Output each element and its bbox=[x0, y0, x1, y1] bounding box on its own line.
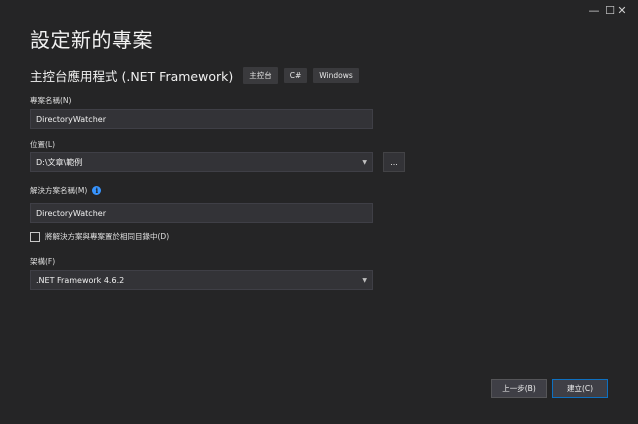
same-directory-option[interactable]: 將解決方案與專案置於相同目錄中(D) bbox=[30, 231, 169, 242]
create-button[interactable]: 建立(C) bbox=[552, 379, 608, 398]
solution-name-value: DirectoryWatcher bbox=[36, 208, 106, 218]
browse-button[interactable]: ... bbox=[383, 152, 405, 172]
location-value: D:\文章\範例 bbox=[36, 157, 83, 167]
solution-name-input[interactable]: DirectoryWatcher bbox=[30, 203, 373, 223]
back-button[interactable]: 上一步(B) bbox=[491, 379, 547, 398]
framework-label: 架構(F) bbox=[30, 257, 56, 266]
same-directory-label: 將解決方案與專案置於相同目錄中(D) bbox=[45, 232, 170, 241]
chevron-down-icon[interactable]: ▼ bbox=[362, 277, 367, 284]
page-title: 設定新的專案 bbox=[30, 28, 153, 52]
project-name-input[interactable]: DirectoryWatcher bbox=[30, 109, 373, 129]
solution-name-label: 解決方案名稱(M) bbox=[30, 186, 88, 195]
tag-windows: Windows bbox=[313, 68, 359, 83]
framework-value: .NET Framework 4.6.2 bbox=[36, 275, 125, 285]
tag-console: 主控台 bbox=[243, 67, 278, 84]
location-combobox[interactable]: D:\文章\範例 ▼ bbox=[30, 152, 373, 172]
tag-csharp: C# bbox=[283, 68, 308, 83]
chevron-down-icon[interactable]: ▼ bbox=[362, 159, 367, 166]
close-icon: ✕ bbox=[617, 3, 627, 17]
project-name-value: DirectoryWatcher bbox=[36, 114, 106, 124]
project-type-name: 主控台應用程式 (.NET Framework) bbox=[30, 69, 234, 84]
info-icon[interactable]: i bbox=[92, 186, 102, 195]
close-button[interactable]: ✕ bbox=[606, 0, 638, 20]
framework-select[interactable]: .NET Framework 4.6.2 ▼ bbox=[30, 270, 373, 290]
location-label: 位置(L) bbox=[30, 140, 56, 149]
same-directory-checkbox[interactable] bbox=[30, 231, 40, 242]
solution-name-label-row: 解決方案名稱(M) i bbox=[30, 185, 102, 196]
project-name-label: 專案名稱(N) bbox=[30, 96, 72, 105]
project-type-row: 主控台應用程式 (.NET Framework) 主控台 C# Windows bbox=[30, 66, 365, 85]
